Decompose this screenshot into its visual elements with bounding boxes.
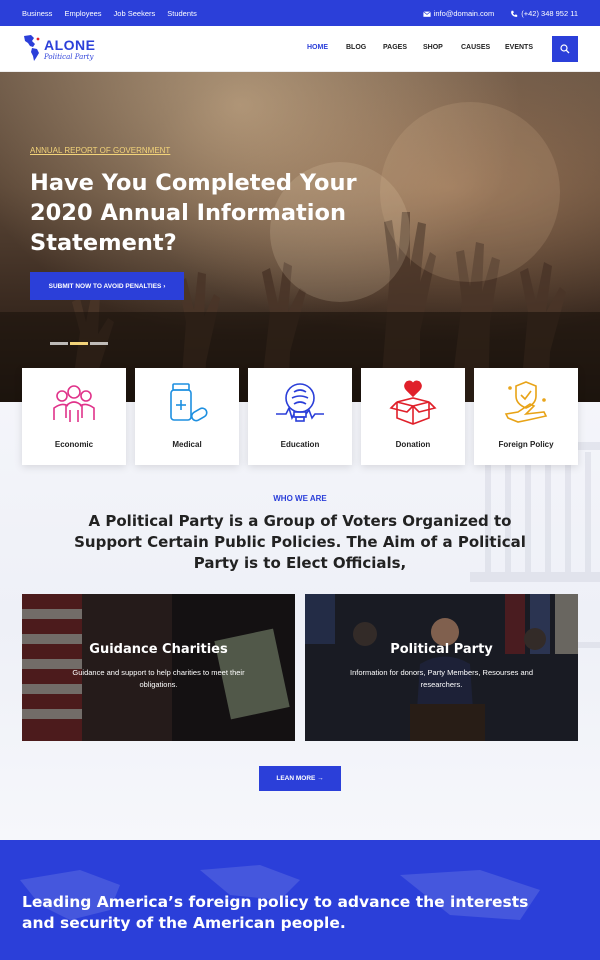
top-contact: info@domain.com (+42) 348 952 11 xyxy=(422,9,578,18)
foreign-policy-title: Leading America’s foreign policy to adva… xyxy=(22,893,529,932)
learn-more-button[interactable]: LEAN MORE → xyxy=(259,766,341,791)
top-bar: Business Employees Job Seekers Students … xyxy=(0,0,600,26)
search-icon xyxy=(560,44,570,54)
hero-title: Have You Completed Your 2020 Annual Info… xyxy=(30,170,357,256)
feature-description: Information for donors, Party Members, R… xyxy=(350,668,533,689)
phone-icon xyxy=(511,10,518,17)
envelope-icon xyxy=(422,10,431,17)
top-link-students[interactable]: Students xyxy=(167,9,197,18)
feature-guidance-charities[interactable]: Guidance Charities Guidance and support … xyxy=(22,594,295,741)
who-title: A Political Party is a Group of Voters O… xyxy=(74,512,526,572)
card-foreign-policy[interactable]: Foreign Policy xyxy=(474,368,578,465)
card-label: Medical xyxy=(172,440,202,449)
hero-banner: ANNUAL REPORT OF GOVERNMENT Have You Com… xyxy=(0,72,600,402)
donation-box-icon xyxy=(389,380,437,425)
phone-text: (+42) 348 952 11 xyxy=(521,9,578,18)
medicine-icon xyxy=(170,383,208,422)
logo[interactable]: ALONE Political Party xyxy=(22,34,112,64)
nav-pages[interactable]: PAGES xyxy=(383,44,407,51)
slider-dot-2[interactable] xyxy=(70,342,88,345)
phone-contact[interactable]: (+42) 348 952 11 xyxy=(510,9,578,18)
search-button[interactable] xyxy=(552,36,578,62)
people-icon xyxy=(53,385,95,422)
logo-name: ALONE xyxy=(44,37,96,53)
nav-blog[interactable]: BLOG xyxy=(346,44,366,51)
card-education[interactable]: Education xyxy=(248,368,352,465)
card-label: Foreign Policy xyxy=(498,440,554,449)
email-text: info@domain.com xyxy=(433,9,495,18)
feature-title: Political Party xyxy=(390,642,493,657)
card-label: Education xyxy=(280,440,320,449)
card-donation[interactable]: Donation xyxy=(361,368,465,465)
slider-dots xyxy=(50,342,108,345)
hero-kicker[interactable]: ANNUAL REPORT OF GOVERNMENT xyxy=(30,146,170,155)
nav-home[interactable]: HOME xyxy=(307,44,328,51)
card-medical[interactable]: Medical xyxy=(135,368,239,465)
feature-title: Guidance Charities xyxy=(89,642,228,657)
nav-events[interactable]: EVENTS xyxy=(505,44,533,51)
lightbulb-brain-icon xyxy=(276,383,324,422)
card-label: Donation xyxy=(395,440,431,449)
site-header: ALONE Political Party HOME BLOG PAGES SH… xyxy=(0,26,600,72)
logo-tagline: Political Party xyxy=(44,53,94,61)
slider-dot-1[interactable] xyxy=(50,342,68,345)
americas-map-icon xyxy=(24,35,40,61)
feature-political-party[interactable]: Political Party Information for donors, … xyxy=(305,594,578,741)
top-link-employees[interactable]: Employees xyxy=(64,9,101,18)
top-links: Business Employees Job Seekers Students xyxy=(22,9,197,18)
email-contact[interactable]: info@domain.com xyxy=(422,9,495,18)
top-link-business[interactable]: Business xyxy=(22,9,52,18)
nav-shop[interactable]: SHOP xyxy=(423,44,443,51)
card-economic[interactable]: Economic xyxy=(22,368,126,465)
nav-causes[interactable]: CAUSES xyxy=(461,44,490,51)
slider-dot-3[interactable] xyxy=(90,342,108,345)
who-kicker: WHO WE ARE xyxy=(273,494,327,503)
feature-description: Guidance and support to help charities t… xyxy=(72,668,245,689)
hero-cta-button[interactable]: SUBMIT NOW TO AVOID PENALTIES › xyxy=(30,272,184,300)
top-link-job-seekers[interactable]: Job Seekers xyxy=(114,9,156,18)
card-label: Economic xyxy=(54,440,94,449)
foreign-policy-banner: Leading America’s foreign policy to adva… xyxy=(0,840,600,960)
plane-shield-icon xyxy=(504,381,548,423)
